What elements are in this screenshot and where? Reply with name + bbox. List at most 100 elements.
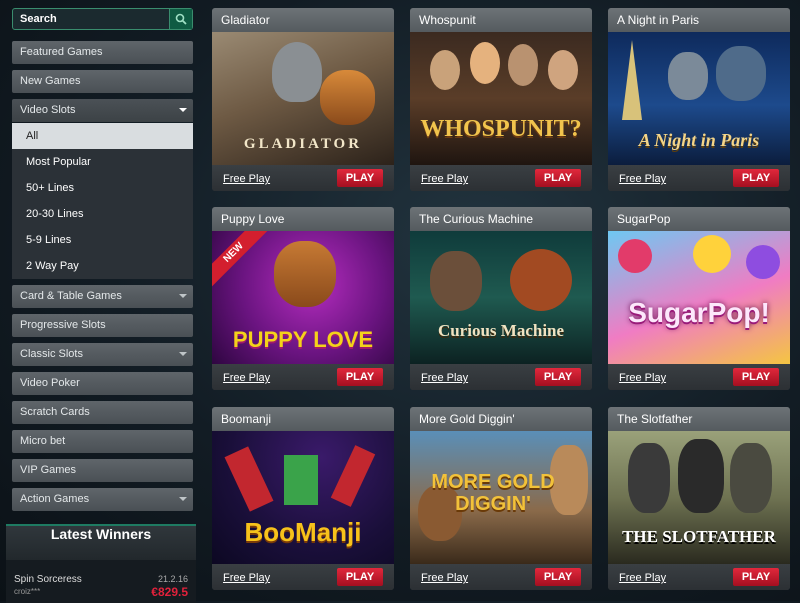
game-tile-whospunit: Whospunit WHOSPUNIT? Free Play PLAY [410, 8, 592, 191]
game-tile-more-gold-diggin: More Gold Diggin' MORE GOLD DIGGIN' Free… [410, 407, 592, 590]
game-logo: PUPPY LOVE [232, 327, 374, 352]
free-play-link[interactable]: Free Play [223, 572, 270, 584]
game-title: Whospunit [410, 8, 592, 32]
nav-video-slots[interactable]: Video Slots [12, 99, 193, 122]
submenu-5-9-lines[interactable]: 5-9 Lines [12, 227, 193, 253]
game-title: Puppy Love [212, 207, 394, 231]
play-button[interactable]: PLAY [337, 169, 383, 187]
submenu-50-lines[interactable]: 50+ Lines [12, 175, 193, 201]
game-logo: BooManji [244, 517, 362, 547]
submenu-all[interactable]: All [12, 123, 193, 149]
nav-video-slots-label: Video Slots [20, 104, 76, 116]
tile-footer: Free Play PLAY [410, 165, 592, 191]
chevron-down-icon [179, 294, 187, 298]
tile-footer: Free Play PLAY [212, 165, 394, 191]
search-icon [175, 13, 187, 25]
game-title: Gladiator [212, 8, 394, 32]
game-thumbnail[interactable]: NEW PUPPY LOVE [212, 231, 394, 364]
game-tile-the-curious-machine: The Curious Machine Curious Machine Free… [410, 207, 592, 390]
game-thumbnail[interactable]: THE SLOTFATHER [608, 431, 790, 564]
tile-footer: Free Play PLAY [608, 564, 790, 590]
nav-action-label: Action Games [20, 493, 90, 505]
winner-game-link[interactable]: Spin Sorceress [14, 574, 82, 585]
play-button[interactable]: PLAY [535, 568, 581, 586]
game-title: Boomanji [212, 407, 394, 431]
tile-footer: Free Play PLAY [410, 564, 592, 590]
tile-footer: Free Play PLAY [410, 364, 592, 390]
nav-featured-games[interactable]: Featured Games [12, 41, 193, 64]
free-play-link[interactable]: Free Play [619, 572, 666, 584]
nav-vip-games[interactable]: VIP Games [12, 459, 193, 482]
game-title: SugarPop [608, 207, 790, 231]
game-thumbnail[interactable]: Curious Machine [410, 231, 592, 364]
nav-classic-slots[interactable]: Classic Slots [12, 343, 193, 366]
game-tile-gladiator: Gladiator GLADIATOR Free Play PLAY [212, 8, 394, 191]
game-logo: GLADIATOR [243, 136, 363, 152]
nav-video-poker[interactable]: Video Poker [12, 372, 193, 395]
game-title: The Curious Machine [410, 207, 592, 231]
game-title: More Gold Diggin' [410, 407, 592, 431]
chevron-down-icon [179, 352, 187, 356]
free-play-link[interactable]: Free Play [421, 372, 468, 384]
play-button[interactable]: PLAY [535, 169, 581, 187]
game-tile-the-slotfather: The Slotfather THE SLOTFATHER Free Play … [608, 407, 790, 590]
game-thumbnail[interactable]: BooManji [212, 431, 394, 564]
nav-scratch-cards[interactable]: Scratch Cards [12, 401, 193, 424]
tile-footer: Free Play PLAY [212, 364, 394, 390]
game-title: A Night in Paris [608, 8, 790, 32]
submenu-2-way-pay[interactable]: 2 Way Pay [12, 253, 193, 279]
game-title: The Slotfather [608, 407, 790, 431]
game-logo: THE SLOTFATHER [622, 527, 776, 546]
winner-amount: €829.5 [151, 585, 188, 599]
tile-footer: Free Play PLAY [608, 165, 790, 191]
nav-progressive-slots[interactable]: Progressive Slots [12, 314, 193, 337]
tile-footer: Free Play PLAY [212, 564, 394, 590]
latest-winners-panel: Latest Winners Spin Sorceress 21.2.16 cr… [6, 524, 196, 603]
nav-card-table-label: Card & Table Games [20, 290, 122, 302]
play-button[interactable]: PLAY [337, 368, 383, 386]
game-logo: Curious Machine [437, 321, 565, 340]
game-thumbnail[interactable]: GLADIATOR [212, 32, 394, 165]
game-thumbnail[interactable]: SugarPop! [608, 231, 790, 364]
new-badge: NEW [212, 231, 268, 287]
play-button[interactable]: PLAY [733, 568, 779, 586]
submenu-20-30-lines[interactable]: 20-30 Lines [12, 201, 193, 227]
search-input[interactable] [13, 9, 171, 29]
game-tile-boomanji: Boomanji BooManji Free Play PLAY [212, 407, 394, 590]
nav-action-games[interactable]: Action Games [12, 488, 193, 511]
game-logo: SugarPop! [628, 297, 770, 328]
sidebar: Featured Games New Games Video Slots All… [0, 0, 200, 603]
nav-classic-label: Classic Slots [20, 348, 83, 360]
play-button[interactable]: PLAY [733, 169, 779, 187]
game-tile-sugarpop: SugarPop SugarPop! Free Play PLAY [608, 207, 790, 390]
nav-micro-bet[interactable]: Micro bet [12, 430, 193, 453]
nav-card-table-games[interactable]: Card & Table Games [12, 285, 193, 308]
game-tile-a-night-in-paris: A Night in Paris A Night in Paris Free P… [608, 8, 790, 191]
play-button[interactable]: PLAY [535, 368, 581, 386]
free-play-link[interactable]: Free Play [619, 372, 666, 384]
play-button[interactable]: PLAY [337, 568, 383, 586]
game-thumbnail[interactable]: WHOSPUNIT? [410, 32, 592, 165]
free-play-link[interactable]: Free Play [223, 372, 270, 384]
submenu-most-popular[interactable]: Most Popular [12, 149, 193, 175]
tile-footer: Free Play PLAY [608, 364, 790, 390]
game-logo: MORE GOLD DIGGIN' [431, 471, 555, 515]
game-logo: A Night in Paris [638, 130, 760, 150]
search-button[interactable] [169, 9, 192, 29]
video-slots-submenu: All Most Popular 50+ Lines 20-30 Lines 5… [12, 123, 193, 279]
nav-new-games[interactable]: New Games [12, 70, 193, 93]
free-play-link[interactable]: Free Play [619, 173, 666, 185]
free-play-link[interactable]: Free Play [421, 572, 468, 584]
latest-winners-title: Latest Winners [6, 526, 196, 560]
free-play-link[interactable]: Free Play [421, 173, 468, 185]
chevron-down-icon [179, 108, 187, 112]
free-play-link[interactable]: Free Play [223, 173, 270, 185]
play-button[interactable]: PLAY [733, 368, 779, 386]
game-thumbnail[interactable]: A Night in Paris [608, 32, 790, 165]
search-box [12, 8, 193, 30]
game-logo: WHOSPUNIT? [420, 116, 582, 142]
game-tile-puppy-love: Puppy Love NEW PUPPY LOVE Free Play PLAY [212, 207, 394, 390]
winner-user: croiz*** [14, 587, 41, 596]
game-thumbnail[interactable]: MORE GOLD DIGGIN' [410, 431, 592, 564]
chevron-down-icon [179, 497, 187, 501]
